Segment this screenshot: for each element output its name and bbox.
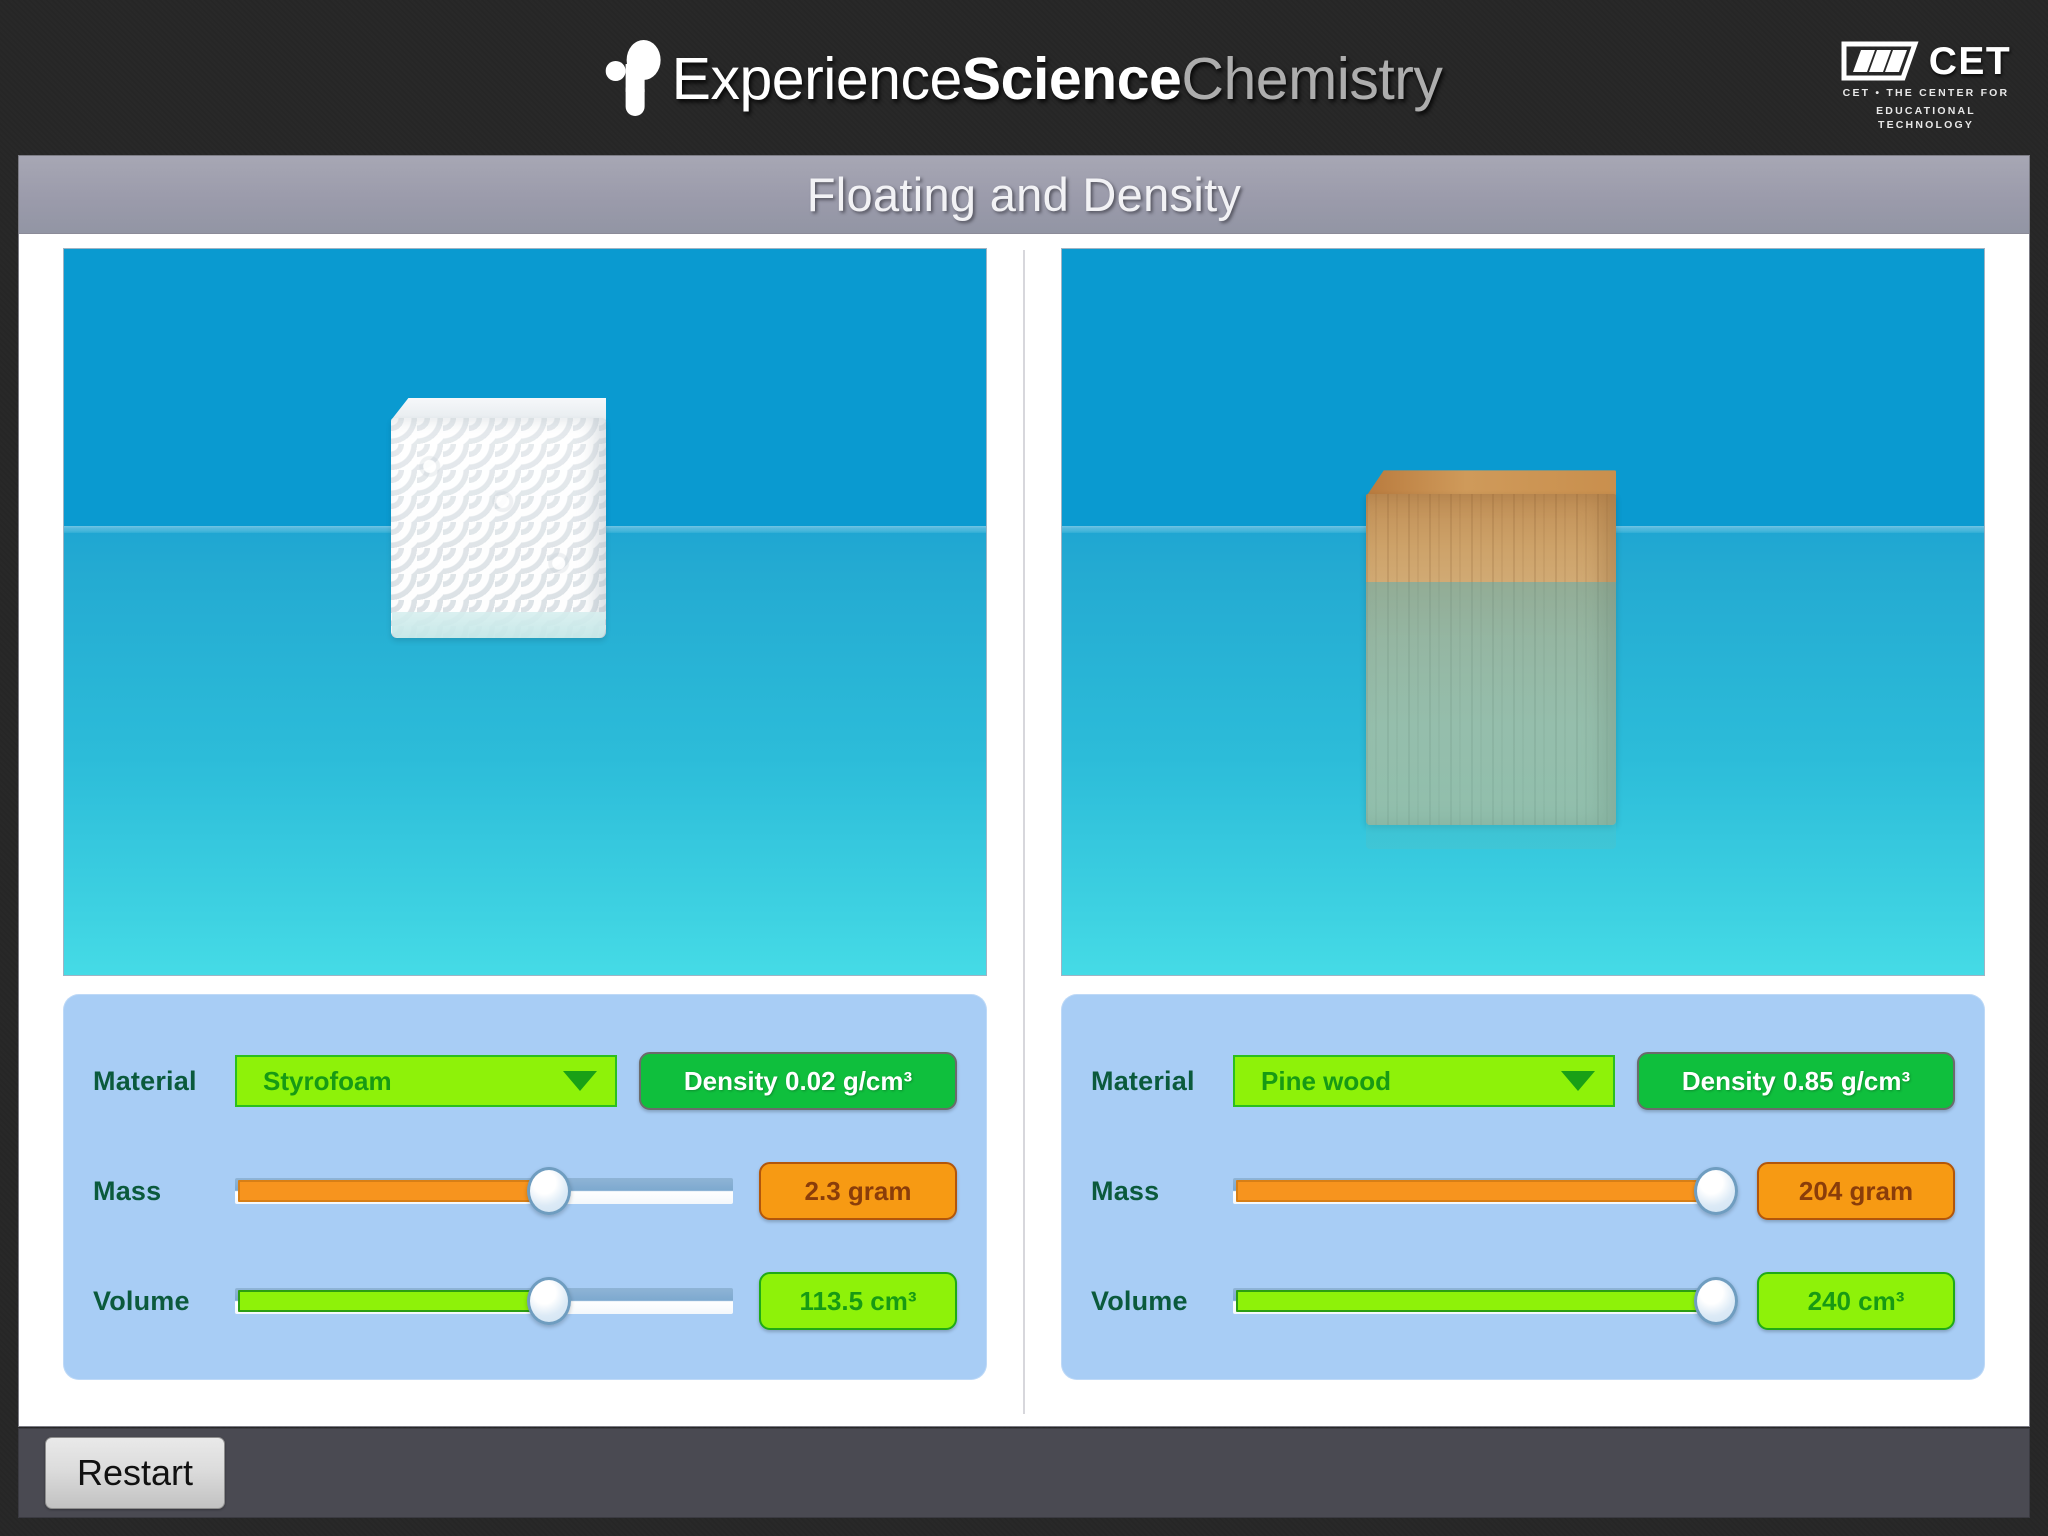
controls-right: Material Pine wood Density 0.85 g/cm³ Ma… [1061, 994, 1985, 1380]
material-value-left: Styrofoam [263, 1065, 392, 1096]
cet-tagline-line2: EDUCATIONAL TECHNOLOGY [1876, 105, 1976, 132]
volume-readout-left[interactable]: 113.5 cm³ [759, 1272, 957, 1330]
density-readout-right[interactable]: Density 0.85 g/cm³ [1637, 1052, 1955, 1110]
volume-row-right: Volume 240 cm³ [1091, 1260, 1955, 1342]
cet-wordmark: CET [1928, 39, 2012, 83]
mass-slider-fill-right [1236, 1180, 1714, 1202]
application-root: ExperienceScienceChemistry CET CET • THE… [0, 0, 2048, 1536]
brand-word-experience: Experience [671, 45, 963, 112]
volume-slider-fill-right [1236, 1290, 1714, 1312]
styrofoam-block-front-face [391, 417, 607, 638]
styrofoam-block-top-face [391, 397, 607, 420]
volume-label-left: Volume [93, 1285, 190, 1316]
mass-readout-left[interactable]: 2.3 gram [759, 1162, 957, 1220]
bottom-toolbar: Restart [18, 1428, 2030, 1518]
controls-left: Material Styrofoam Density 0.02 g/cm³ Ma… [63, 994, 987, 1380]
pine-wood-block-front-face [1366, 494, 1617, 850]
chevron-down-icon [563, 1071, 597, 1091]
volume-slider-thumb-left[interactable] [526, 1277, 571, 1325]
mass-slider-fill-left [238, 1180, 546, 1202]
material-value-right: Pine wood [1261, 1065, 1391, 1096]
molecule-icon [605, 40, 664, 118]
panel-right: Material Pine wood Density 0.85 g/cm³ Ma… [1025, 248, 2021, 1416]
simulation-stage: Material Styrofoam Density 0.02 g/cm³ Ma… [19, 234, 2029, 1426]
material-select-right[interactable]: Pine wood [1233, 1055, 1615, 1107]
mass-readout-right[interactable]: 204 gram [1757, 1162, 1955, 1220]
material-select-left[interactable]: Styrofoam [235, 1055, 617, 1107]
activity-panel: Floating and Density Material Styrofoam … [18, 155, 2030, 1427]
pine-wood-block-top-face [1366, 470, 1617, 497]
volume-slider-fill-left [238, 1290, 546, 1312]
brand-word-science: Science [961, 45, 1182, 112]
material-label-left: Material [93, 1065, 197, 1096]
brand-word-chemistry: Chemistry [1181, 45, 1443, 112]
brand-wordmark: ExperienceScienceChemistry [672, 49, 1443, 109]
water-tank-left [63, 248, 987, 976]
chevron-down-icon [1561, 1071, 1595, 1091]
volume-row-left: Volume 113.5 cm³ [93, 1260, 957, 1342]
mass-row-right: Mass 204 gram [1091, 1150, 1955, 1232]
pine-wood-block[interactable] [1366, 470, 1617, 850]
cet-tagline-line1: CET • THE CENTER FOR [1842, 87, 2010, 99]
mass-label-right: Mass [1091, 1175, 1160, 1206]
restart-button[interactable]: Restart [45, 1437, 225, 1509]
cet-logo-row: CET [1826, 40, 2026, 82]
styrofoam-submerged-portion [392, 611, 606, 638]
volume-slider-left[interactable] [235, 1277, 733, 1325]
cet-stripes-icon [1841, 40, 1919, 82]
panel-left: Material Styrofoam Density 0.02 g/cm³ Ma… [27, 248, 1023, 1416]
brand-header: ExperienceScienceChemistry CET CET • THE… [0, 0, 2048, 155]
mass-slider-thumb-right[interactable] [1694, 1167, 1739, 1215]
volume-slider-right[interactable] [1233, 1277, 1739, 1325]
mass-slider-left[interactable] [235, 1167, 733, 1215]
material-row-right: Material Pine wood Density 0.85 g/cm³ [1091, 1040, 1955, 1122]
mass-label-left: Mass [93, 1175, 162, 1206]
mass-row-left: Mass 2.3 gram [93, 1150, 957, 1232]
mass-slider-thumb-left[interactable] [526, 1167, 571, 1215]
experience-science-logo: ExperienceScienceChemistry [605, 40, 1443, 118]
volume-slider-thumb-right[interactable] [1694, 1277, 1739, 1325]
page-title: Floating and Density [806, 168, 1242, 221]
density-readout-left[interactable]: Density 0.02 g/cm³ [639, 1052, 957, 1110]
styrofoam-block[interactable] [391, 397, 607, 638]
pine-wood-submerged-portion [1366, 582, 1617, 850]
mass-slider-right[interactable] [1233, 1167, 1739, 1215]
material-row-left: Material Styrofoam Density 0.02 g/cm³ [93, 1040, 957, 1122]
water-tank-right [1061, 248, 1985, 976]
activity-titlebar: Floating and Density [19, 156, 2029, 234]
volume-readout-right[interactable]: 240 cm³ [1757, 1272, 1955, 1330]
volume-label-right: Volume [1091, 1285, 1188, 1316]
cet-logo: CET CET • THE CENTER FOR EDUCATIONAL TEC… [1826, 40, 2026, 133]
material-label-right: Material [1091, 1065, 1195, 1096]
